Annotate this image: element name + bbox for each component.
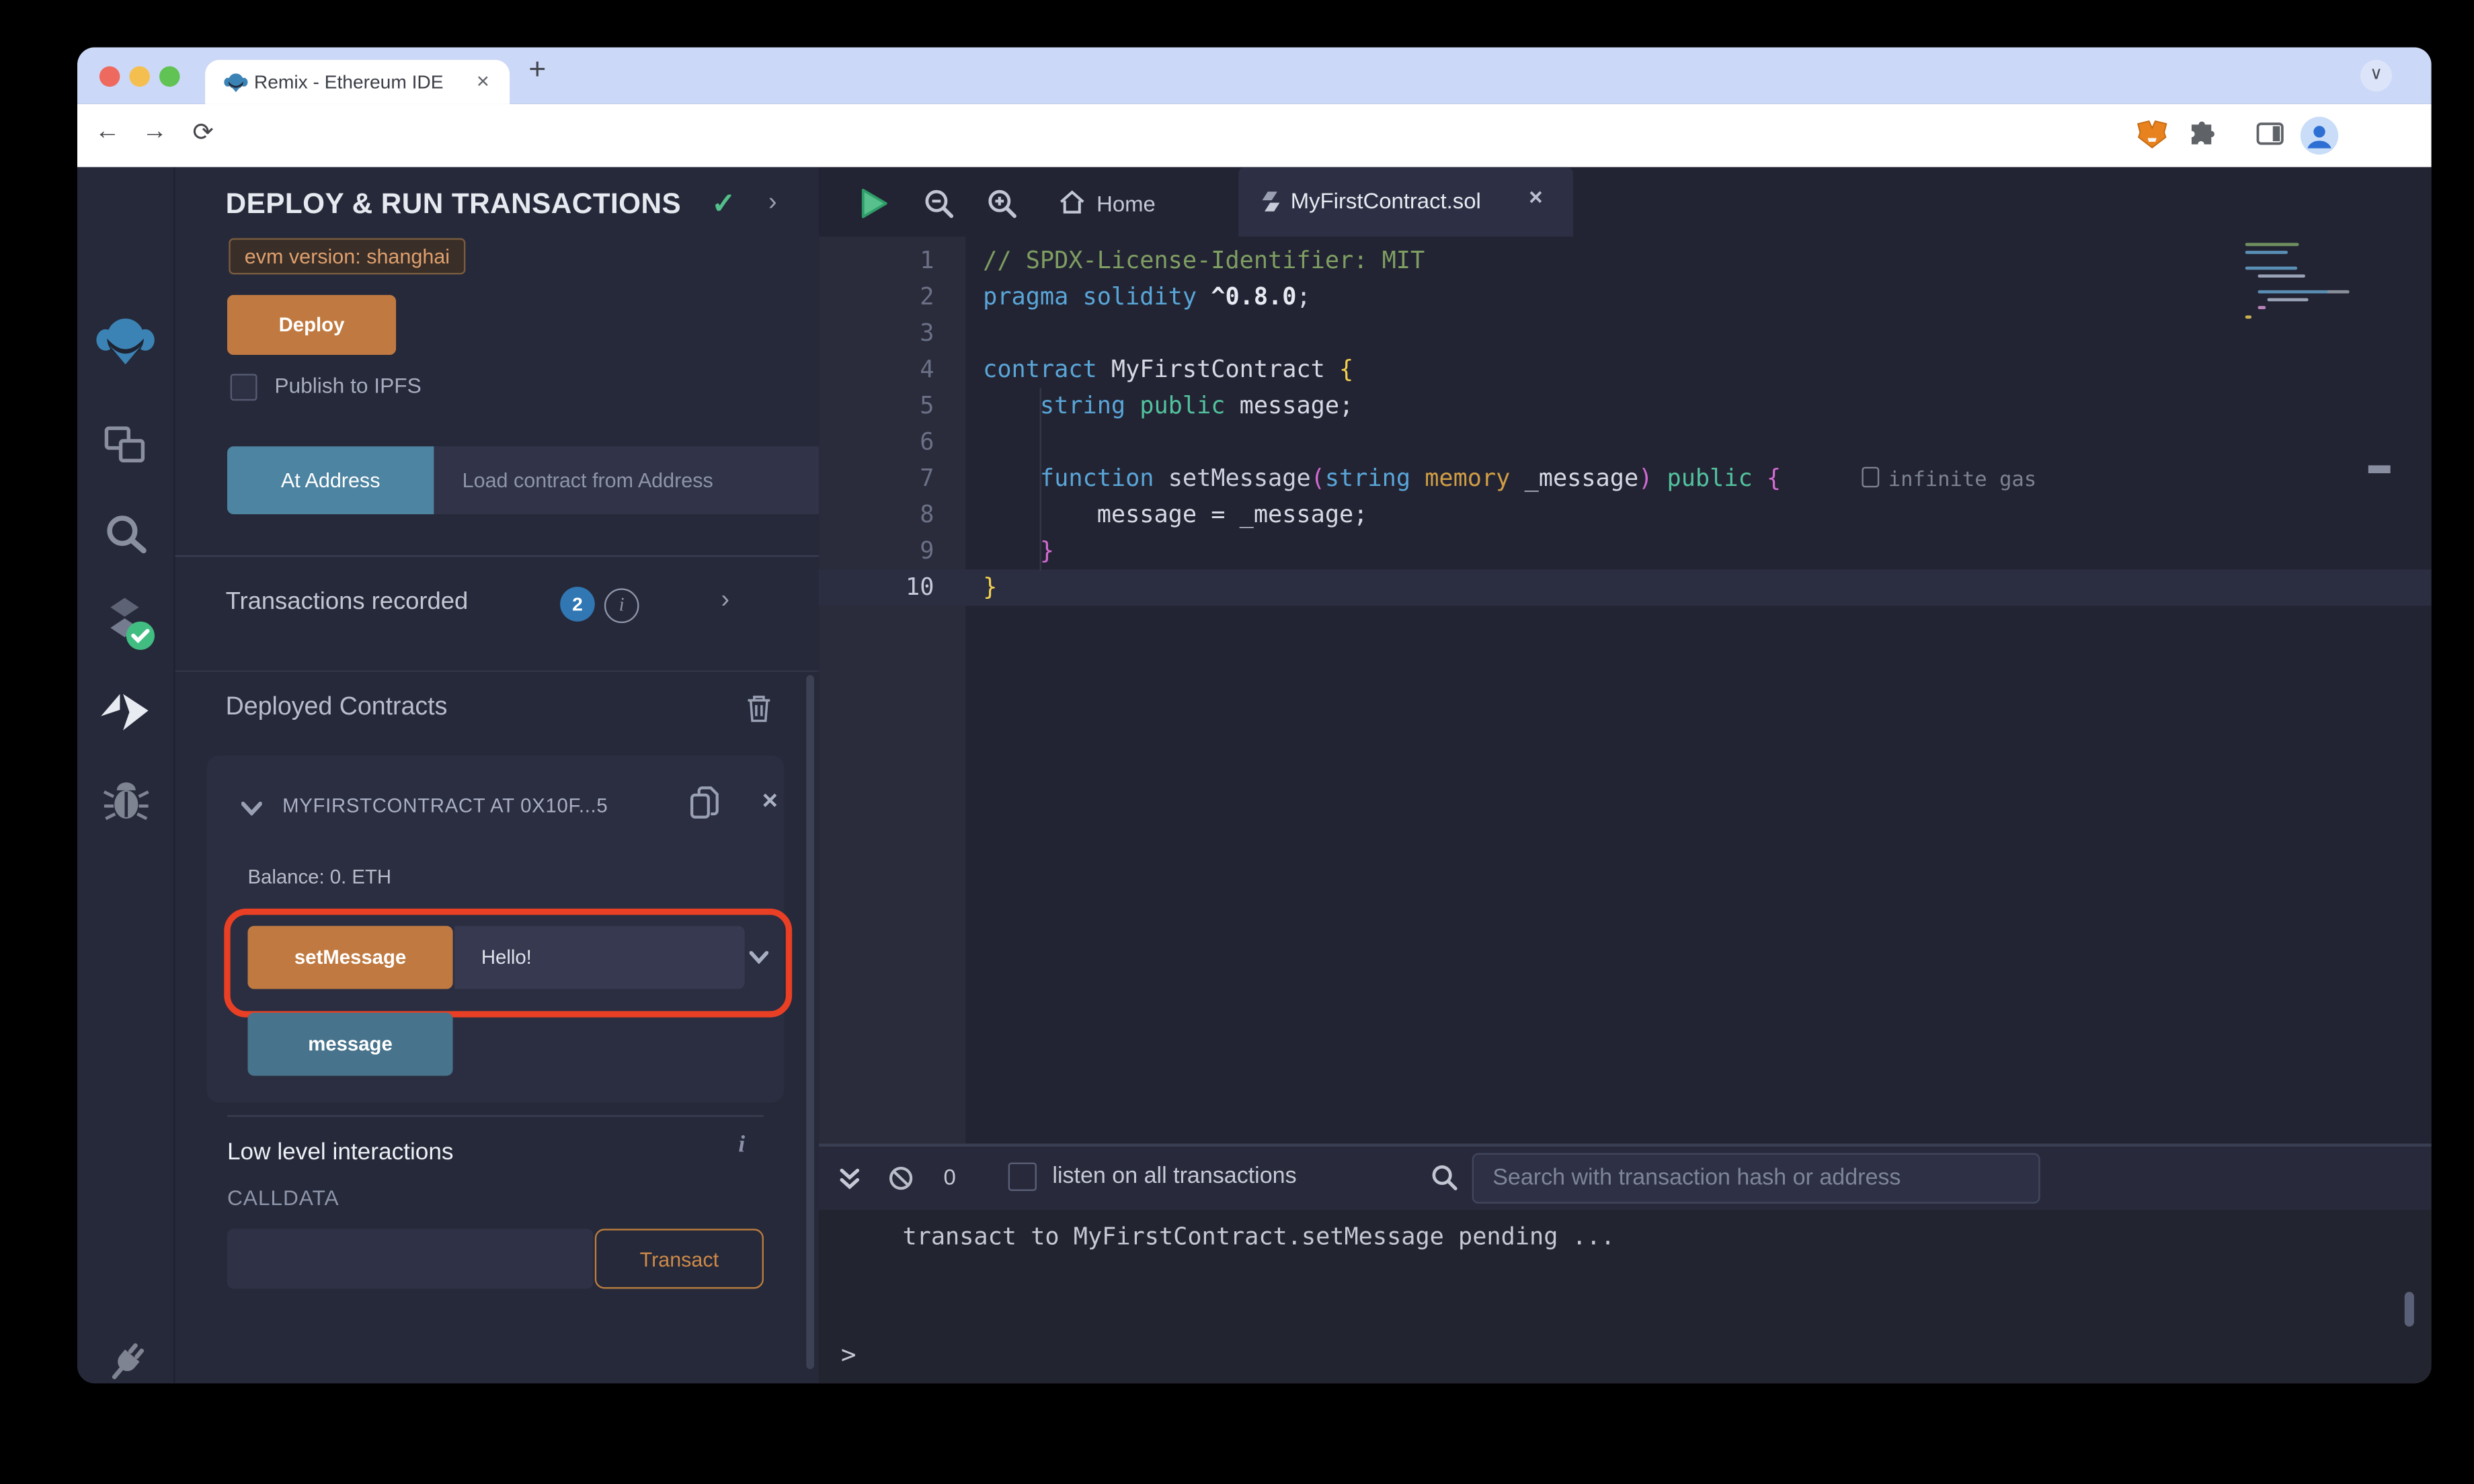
panel-divider [175, 555, 820, 557]
publish-ipfs-checkbox[interactable] [230, 374, 257, 401]
search-icon[interactable] [104, 513, 149, 557]
deploy-and-run-icon[interactable] [99, 691, 151, 733]
activity-bar [77, 167, 175, 1384]
clear-console-icon[interactable] [888, 1165, 914, 1191]
browser-window: Remix - Ethereum IDE × + ∨ ← → ⟳ remix.e… [77, 47, 2432, 1384]
home-icon[interactable] [1059, 190, 1086, 215]
remix-favicon-icon [224, 73, 248, 93]
balance-label: Balance: 0. ETH [247, 866, 392, 889]
panel-scrollbar[interactable] [806, 675, 815, 1370]
set-message-button[interactable]: setMessage [247, 925, 453, 989]
transactions-recorded-label: Transactions recorded [225, 588, 469, 616]
message-getter-button[interactable]: message [247, 1012, 453, 1076]
terminal-search-icon [1432, 1165, 1458, 1191]
terminal-log[interactable]: transact to MyFirstContract.setMessage p… [819, 1210, 2432, 1384]
browser-tab[interactable]: Remix - Ethereum IDE × [205, 60, 510, 104]
compile-check-icon: ✓ [711, 188, 735, 220]
panel-collapse-chevron-icon[interactable]: › [768, 190, 777, 218]
solidity-compiler-icon[interactable] [98, 595, 158, 651]
code-content[interactable]: // SPDX-License-Identifier: MIT pragma so… [983, 243, 2036, 606]
tab-close-icon[interactable]: × [477, 68, 489, 93]
calldata-input[interactable] [227, 1229, 594, 1289]
section-divider [175, 670, 820, 672]
collapse-terminal-icon[interactable] [838, 1167, 861, 1191]
terminal-count: 0 [943, 1164, 956, 1190]
debugger-icon[interactable] [103, 778, 150, 823]
zoom-in-icon[interactable] [986, 188, 1018, 219]
back-icon[interactable]: ← [95, 118, 120, 147]
calldata-label: CALLDATA [227, 1186, 340, 1210]
terminal-scrollbar[interactable] [2404, 1292, 2414, 1327]
evm-version-badge: evm version: shanghai [229, 238, 466, 275]
deploy-button[interactable]: Deploy [227, 294, 397, 356]
run-script-play-icon[interactable] [860, 188, 888, 219]
browser-tabbar: Remix - Ethereum IDE × + ∨ [77, 47, 2432, 104]
at-address-button[interactable]: At Address [227, 446, 434, 515]
panel-title: DEPLOY & RUN TRANSACTIONS [225, 188, 682, 220]
extensions-puzzle-icon[interactable] [2188, 121, 2215, 149]
forward-icon[interactable]: → [142, 118, 167, 147]
profile-avatar[interactable] [2300, 116, 2339, 155]
indent-guide [1039, 388, 1041, 571]
traffic-light-minimize[interactable] [129, 66, 150, 87]
zoom-out-icon[interactable] [923, 188, 955, 219]
low-level-title: Low level interactions [227, 1139, 454, 1166]
screenshot-stage: Remix - Ethereum IDE × + ∨ ← → ⟳ remix.e… [0, 0, 2474, 1484]
file-tab-active[interactable]: MyFirstContract.sol × [1238, 167, 1573, 237]
expand-args-chevron-icon[interactable] [749, 951, 768, 964]
terminal-prompt[interactable]: > [841, 1339, 856, 1370]
set-message-input[interactable] [454, 925, 745, 989]
deploy-run-panel: DEPLOY & RUN TRANSACTIONS ✓ › evm versio… [175, 167, 834, 1384]
solidity-file-icon [1262, 192, 1280, 212]
reload-icon[interactable]: ⟳ [192, 117, 213, 149]
traffic-light-zoom[interactable] [159, 66, 180, 87]
deployed-contracts-title: Deployed Contracts [225, 694, 448, 721]
contract-instance-label[interactable]: MYFIRSTCONTRACT AT 0X10F...5 [282, 795, 677, 817]
transactions-count-badge: 2 [560, 587, 595, 622]
transact-button[interactable]: Transact [594, 1229, 764, 1289]
publish-ipfs-label: Publish to IPFS [274, 374, 422, 398]
gas-pump-icon [1861, 466, 1879, 488]
remix-app: DEPLOY & RUN TRANSACTIONS ✓ › evm versio… [77, 167, 2432, 1384]
file-explorer-icon[interactable] [104, 426, 147, 466]
minimap[interactable] [2239, 243, 2365, 388]
home-tab[interactable]: Home [1096, 191, 1156, 216]
transactions-info-icon[interactable]: i [604, 588, 639, 624]
line-numbers: 1 2 3 4 5 6 7 8 9 10 [905, 246, 934, 602]
new-tab-button[interactable]: + [528, 54, 546, 89]
tab-title: Remix - Ethereum IDE [253, 71, 444, 93]
file-tab-close-icon[interactable]: × [1529, 185, 1543, 212]
scrollbar-decoration [2368, 465, 2391, 474]
card-divider [227, 1115, 764, 1117]
remix-logo-icon[interactable] [95, 317, 157, 366]
remove-instance-icon[interactable]: × [762, 786, 778, 817]
copy-address-icon[interactable] [690, 786, 720, 821]
metamask-extension-icon[interactable] [2137, 120, 2168, 150]
terminal-search-input[interactable] [1472, 1153, 2040, 1204]
listen-label: listen on all transactions [1052, 1164, 1297, 1190]
gas-estimate-annotation: infinite gas [1861, 466, 2036, 492]
low-level-info-icon[interactable]: i [738, 1132, 745, 1159]
plugin-manager-icon[interactable] [103, 1339, 150, 1384]
file-tab-label: MyFirstContract.sol [1290, 188, 1481, 213]
side-panel-icon[interactable] [2256, 122, 2284, 147]
clear-instances-trash-icon[interactable] [746, 694, 772, 723]
transactions-expand-chevron-icon[interactable]: › [721, 587, 730, 615]
terminal-log-line: transact to MyFirstContract.setMessage p… [902, 1222, 1615, 1251]
browser-toolbar: ← → ⟳ remix.ethereum.org/#lang=en&optimi… [77, 104, 2432, 215]
editor-area: Home MyFirstContract.sol × 1 2 3 4 5 6 7 8 9 10 /… [819, 167, 2432, 1384]
contract-expand-chevron-icon[interactable] [241, 801, 262, 816]
tab-search-button[interactable]: ∨ [2360, 60, 2392, 92]
listen-checkbox[interactable] [1008, 1162, 1037, 1191]
traffic-light-close[interactable] [99, 66, 120, 87]
at-address-input[interactable] [434, 446, 834, 515]
deployed-contract-card: MYFIRSTCONTRACT AT 0X10F...5 × Balance: … [206, 755, 793, 1103]
terminal-header: 0 listen on all transactions [819, 1147, 2432, 1210]
